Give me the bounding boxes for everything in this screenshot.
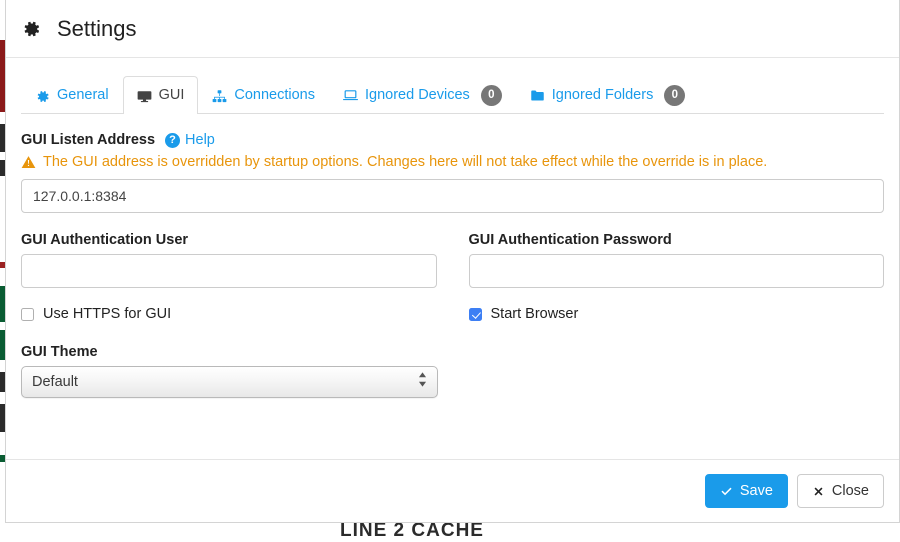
- gear-icon: [35, 89, 50, 104]
- gui-auth-password-input[interactable]: [469, 254, 885, 288]
- laptop-icon: [343, 88, 358, 103]
- modal-footer: Save Close: [6, 459, 899, 522]
- help-link-label: Help: [185, 132, 215, 148]
- use-https-checkbox[interactable]: [21, 308, 34, 321]
- use-https-checkbox-row[interactable]: Use HTTPS for GUI: [21, 306, 437, 322]
- use-https-label: Use HTTPS for GUI: [43, 306, 171, 322]
- status-badge: 0: [664, 85, 685, 106]
- warning-text: The GUI address is overridden by startup…: [43, 154, 767, 170]
- question-circle-icon: ?: [165, 133, 180, 148]
- tab-label: Connections: [234, 86, 315, 106]
- auth-password-group: GUI Authentication Password Start Browse…: [469, 232, 885, 322]
- warning-triangle-icon: [21, 155, 36, 169]
- gui-settings-form: GUI Listen Address ? Help The GUI addres…: [21, 114, 884, 398]
- start-browser-label: Start Browser: [491, 306, 579, 322]
- gui-theme-select-wrapper: Default: [21, 366, 438, 398]
- gui-address-override-warning: The GUI address is overridden by startup…: [21, 154, 884, 170]
- auth-fields-row: GUI Authentication User Use HTTPS for GU…: [21, 232, 884, 322]
- modal-body: General GUI: [6, 58, 899, 459]
- tab-ignored-folders[interactable]: Ignored Folders 0: [516, 75, 700, 114]
- settings-modal: Settings General GUI: [5, 0, 900, 523]
- x-icon: [812, 485, 825, 498]
- gui-auth-user-label: GUI Authentication User: [21, 232, 437, 248]
- auth-user-group: GUI Authentication User Use HTTPS for GU…: [21, 232, 437, 322]
- tab-label: Ignored Devices: [365, 86, 470, 106]
- gui-listen-address-label: GUI Listen Address ? Help: [21, 132, 884, 148]
- gui-auth-user-input[interactable]: [21, 254, 437, 288]
- gui-auth-password-label: GUI Authentication Password: [469, 232, 885, 248]
- background-page-partial-text: LINE 2 CACHE: [340, 520, 484, 542]
- monitor-icon: [137, 89, 152, 104]
- tab-ignored-devices[interactable]: Ignored Devices 0: [329, 75, 516, 114]
- tab-label: Ignored Folders: [552, 86, 654, 106]
- tab-connections[interactable]: Connections: [198, 76, 329, 114]
- status-badge: 0: [481, 85, 502, 106]
- folder-icon: [530, 88, 545, 103]
- close-button-label: Close: [832, 483, 869, 499]
- gui-listen-address-input[interactable]: [21, 179, 884, 213]
- save-button-label: Save: [740, 483, 773, 499]
- start-browser-checkbox[interactable]: [469, 308, 482, 321]
- help-link[interactable]: ? Help: [165, 132, 215, 148]
- tab-label: General: [57, 86, 109, 106]
- tab-gui[interactable]: GUI: [123, 76, 199, 114]
- label-text: GUI Listen Address: [21, 132, 155, 148]
- sitemap-icon: [212, 89, 227, 104]
- close-button[interactable]: Close: [797, 474, 884, 508]
- modal-header: Settings: [6, 0, 899, 58]
- start-browser-checkbox-row[interactable]: Start Browser: [469, 306, 885, 322]
- gui-theme-group: GUI Theme Default: [21, 344, 884, 398]
- gui-theme-select[interactable]: Default: [21, 366, 438, 398]
- check-icon: [720, 485, 733, 498]
- page-title: Settings: [57, 16, 137, 42]
- tab-label: GUI: [159, 86, 185, 106]
- save-button[interactable]: Save: [705, 474, 788, 508]
- gear-icon: [21, 19, 41, 39]
- settings-tab-bar: General GUI: [21, 74, 884, 114]
- gui-theme-label: GUI Theme: [21, 344, 884, 360]
- tab-general[interactable]: General: [21, 76, 123, 114]
